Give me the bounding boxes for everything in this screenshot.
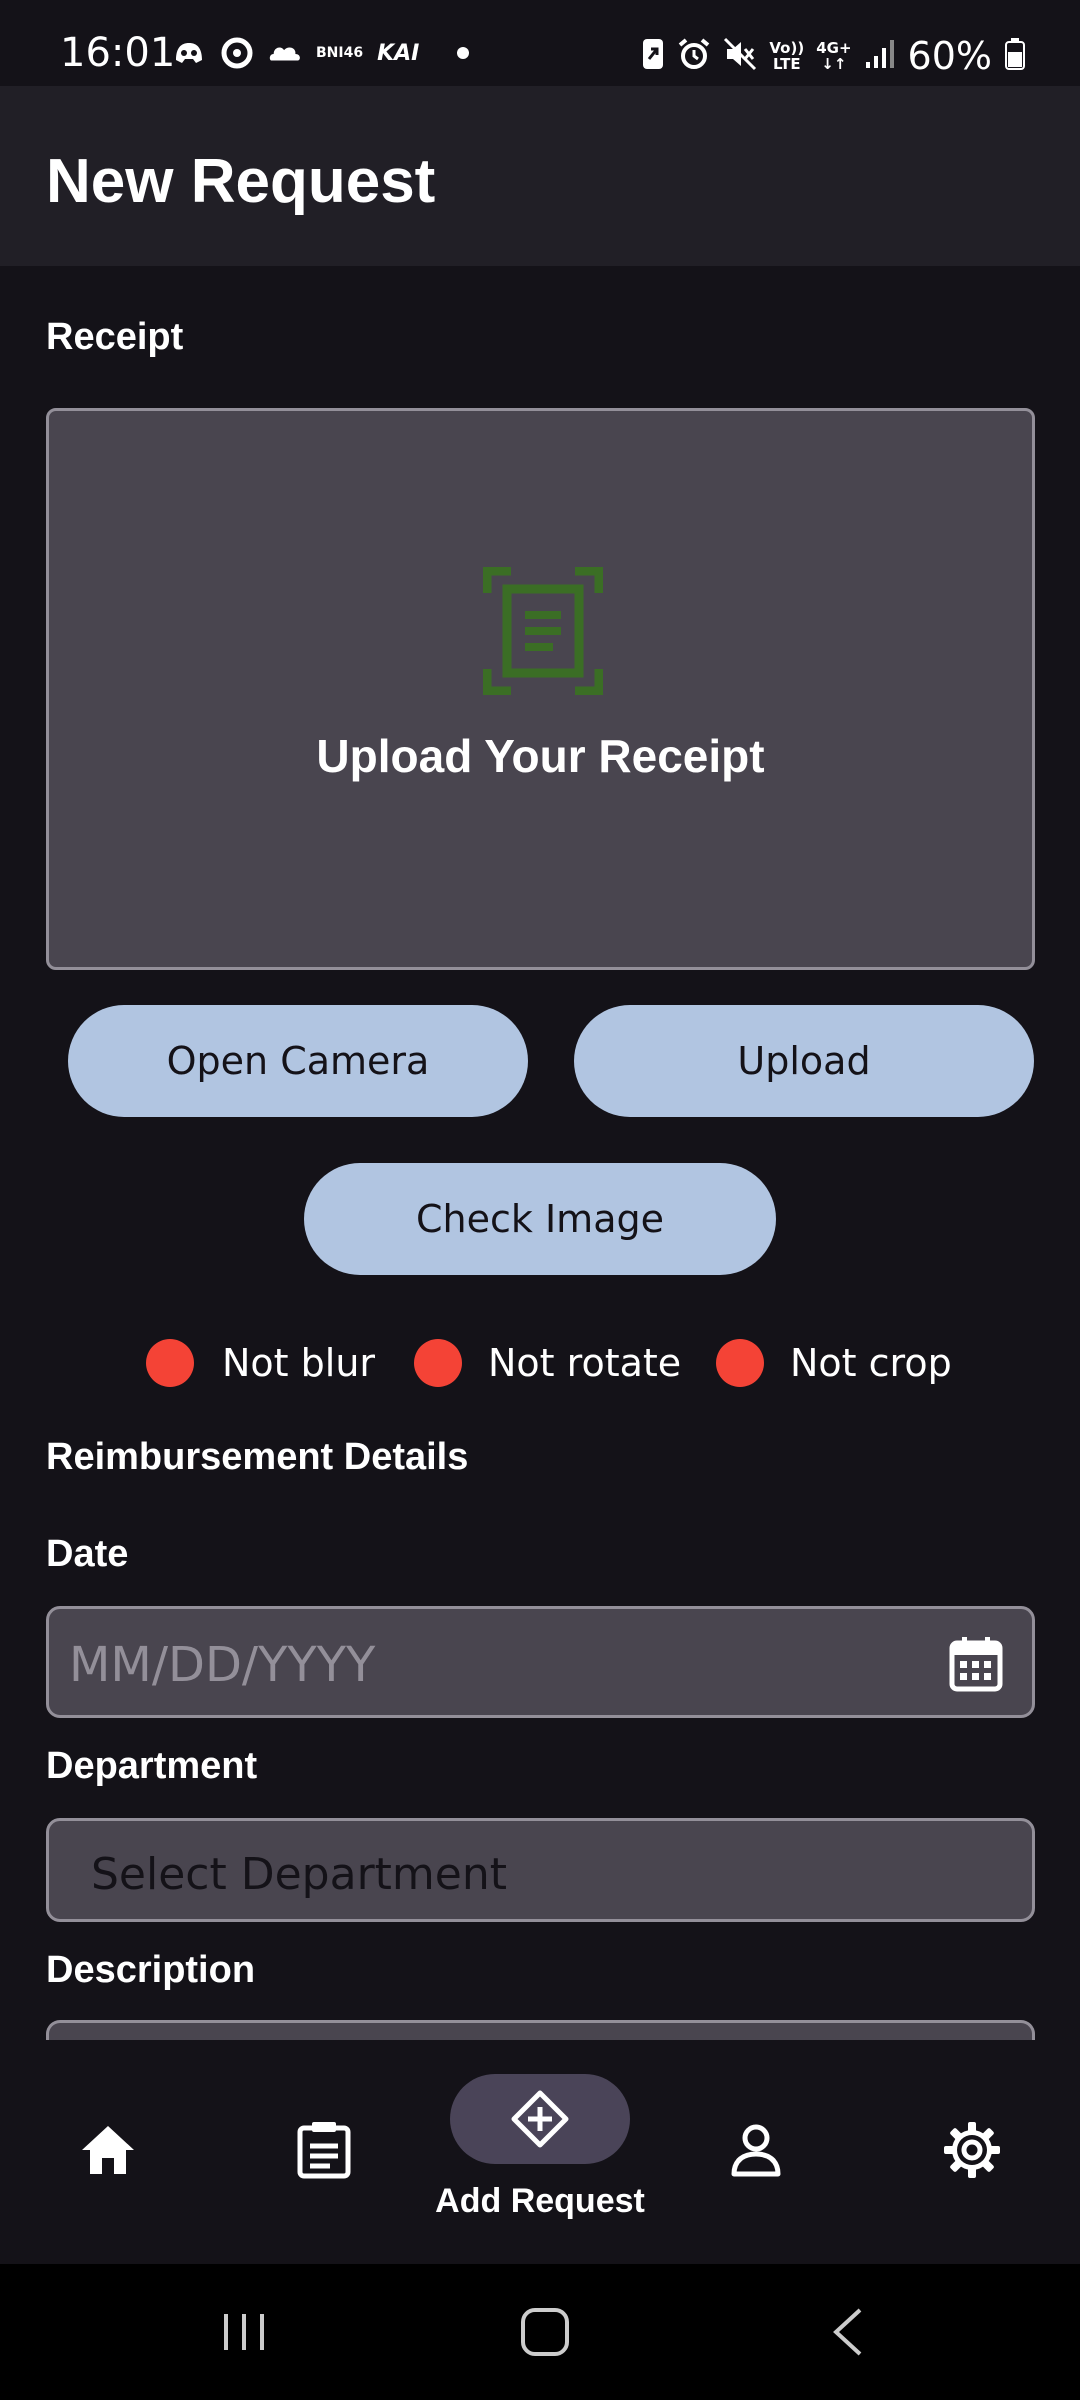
kai-icon: KAI: [377, 40, 420, 66]
nav-settings[interactable]: [864, 2040, 1080, 2264]
volte-bottom: LTE: [773, 55, 801, 73]
home-icon: [82, 2126, 134, 2174]
not-rotate-label: Not rotate: [488, 1341, 682, 1385]
bni-icon: BNI46: [316, 45, 364, 61]
status-bar: 16:01 BNI46 KAI Vo)) LTE 4G+ ↓↑ 60%: [0, 0, 1080, 86]
crop-status-indicator: [716, 1339, 764, 1387]
receipt-label: Receipt: [46, 316, 184, 358]
nav-profile[interactable]: [648, 2040, 864, 2264]
system-navigation-bar: [0, 2264, 1080, 2400]
rotate-status-indicator: [414, 1339, 462, 1387]
notification-icons: BNI46 KAI: [172, 37, 470, 69]
battery-level: 60%: [907, 34, 992, 78]
status-time: 16:01: [60, 30, 176, 76]
image-checks: Not blur Not rotate Not crop: [0, 1335, 1080, 1391]
receipt-upload-area[interactable]: Upload Your Receipt: [46, 408, 1035, 970]
signal-icon: [864, 38, 896, 75]
data-arrows-icon: ↓↑: [821, 55, 847, 73]
nav-add-request[interactable]: [450, 2074, 630, 2164]
nav-list[interactable]: [216, 2040, 432, 2264]
department-select[interactable]: Select Department: [46, 1818, 1035, 1922]
date-field[interactable]: MM/DD/YYYY: [46, 1606, 1035, 1718]
back-icon[interactable]: [820, 2304, 880, 2360]
recent-apps-icon[interactable]: [214, 2304, 274, 2360]
settings-icon: [944, 2122, 1000, 2178]
discord-icon: [172, 38, 206, 68]
upload-receipt-title: Upload Your Receipt: [316, 730, 765, 782]
date-placeholder: MM/DD/YYYY: [69, 1637, 376, 1693]
blur-status-indicator: [146, 1339, 194, 1387]
battery-icon: [1004, 37, 1026, 76]
mute-icon: [723, 37, 757, 76]
nav-home[interactable]: [0, 2040, 216, 2264]
not-crop-label: Not crop: [790, 1341, 952, 1385]
list-icon: [297, 2122, 351, 2179]
alarm-icon: [677, 37, 711, 76]
reimbursement-details-title: Reimbursement Details: [46, 1436, 469, 1478]
battery-saver-icon: [641, 37, 665, 76]
cloud-icon: [268, 38, 302, 68]
not-blur-label: Not blur: [222, 1341, 376, 1385]
upload-button[interactable]: Upload: [574, 1005, 1034, 1117]
profile-icon: [731, 2124, 781, 2177]
volte-icon: Vo)) LTE: [769, 40, 804, 72]
open-camera-button[interactable]: Open Camera: [68, 1005, 528, 1117]
bottom-navigation: Add Request: [0, 2040, 1080, 2264]
target-icon: [220, 37, 254, 69]
description-field[interactable]: [46, 2020, 1035, 2040]
home-button-icon[interactable]: [515, 2304, 575, 2360]
date-label: Date: [46, 1533, 129, 1575]
check-image-button[interactable]: Check Image: [304, 1163, 776, 1275]
department-value: Select Department: [91, 1849, 507, 1900]
4g-icon: 4G+ ↓↑: [816, 40, 851, 72]
app-bar: New Request: [0, 86, 1080, 266]
system-icons: Vo)) LTE 4G+ ↓↑ 60%: [641, 34, 1026, 78]
page-title: New Request: [46, 147, 436, 216]
notification-dot: [457, 47, 470, 59]
description-label: Description: [46, 1949, 256, 1991]
add-request-icon: [511, 2090, 569, 2148]
department-label: Department: [46, 1745, 258, 1787]
document-scan-icon: [483, 567, 603, 695]
calendar-icon[interactable]: [948, 1635, 1004, 1693]
